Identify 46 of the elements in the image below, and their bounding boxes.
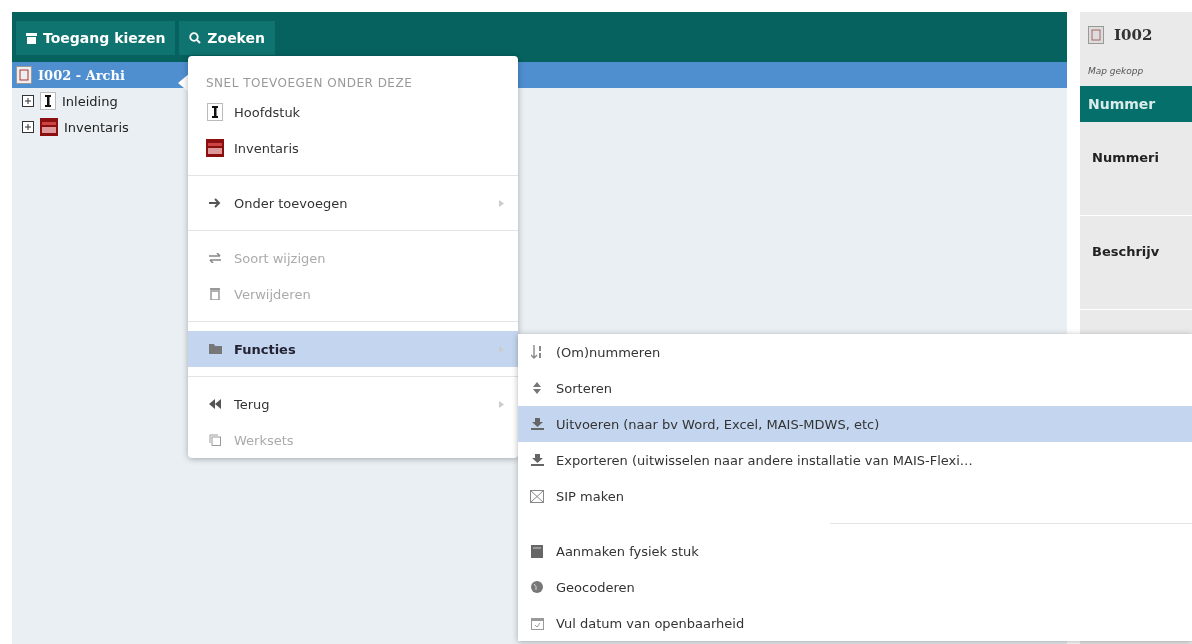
tree-node-label[interactable]: Inleiding [62, 93, 118, 109]
package-icon [530, 489, 544, 503]
archive-box-icon [26, 32, 37, 44]
menu-item[interactable]: Hoofdstuk [188, 94, 518, 130]
tree-node-label[interactable]: Inventaris [64, 119, 129, 135]
chapter-icon [40, 92, 56, 110]
panel-note: Map gekopp [1087, 65, 1145, 78]
panel-title: I002 [1114, 26, 1153, 44]
menu-item[interactable]: Geocoderen [518, 569, 1192, 605]
download-icon [530, 418, 544, 430]
inventory-icon [206, 139, 224, 157]
menu-item[interactable]: Exporteren (uitwisselen naar andere installatie van MAIS-Flexi… [518, 442, 1192, 478]
folder-icon [208, 344, 222, 354]
copy-icon [209, 434, 221, 446]
chapter-icon [207, 103, 223, 121]
swap-icon [209, 253, 221, 263]
expand-icon[interactable] [22, 95, 34, 107]
sort-numeric-icon [531, 345, 543, 359]
globe-icon [531, 581, 543, 593]
field-label: Nummeri [1080, 122, 1192, 216]
toolbar-button[interactable]: Zoeken [179, 21, 276, 55]
download-icon [530, 454, 544, 466]
rewind-icon [209, 399, 221, 409]
menu-item[interactable]: Aanmaken fysiek stuk [518, 533, 1192, 569]
menu-item[interactable]: Vul datum van openbaarheid [518, 605, 1192, 641]
menu-item[interactable]: Functies [188, 331, 518, 367]
menu-item[interactable]: Inventaris [188, 130, 518, 166]
book-icon [531, 544, 543, 558]
field-label: Beschrijv [1080, 216, 1192, 310]
archive-icon [16, 66, 32, 84]
section-header: Nummer [1080, 86, 1192, 122]
calendar-icon [530, 616, 544, 630]
menu-item[interactable]: SIP maken [518, 478, 1192, 514]
menu-item[interactable]: Uitvoeren (naar bv Word, Excel, MAIS-MDWS, etc) [518, 406, 1192, 442]
arrow-icon [209, 198, 221, 208]
menu-item[interactable]: Terug [188, 386, 518, 422]
menu-item[interactable]: Onder toevoegen [188, 185, 518, 221]
toolbar-button[interactable]: Toegang kiezen [16, 21, 176, 55]
menu-item[interactable]: Sorteren [518, 370, 1192, 406]
archive-icon [1088, 26, 1104, 44]
inventory-icon [40, 118, 58, 136]
expand-icon[interactable] [22, 121, 34, 133]
sort-icon [533, 382, 541, 394]
trash-icon [210, 288, 220, 300]
menu-item[interactable]: (Om)nummeren [518, 334, 1192, 370]
search-icon [189, 32, 202, 44]
